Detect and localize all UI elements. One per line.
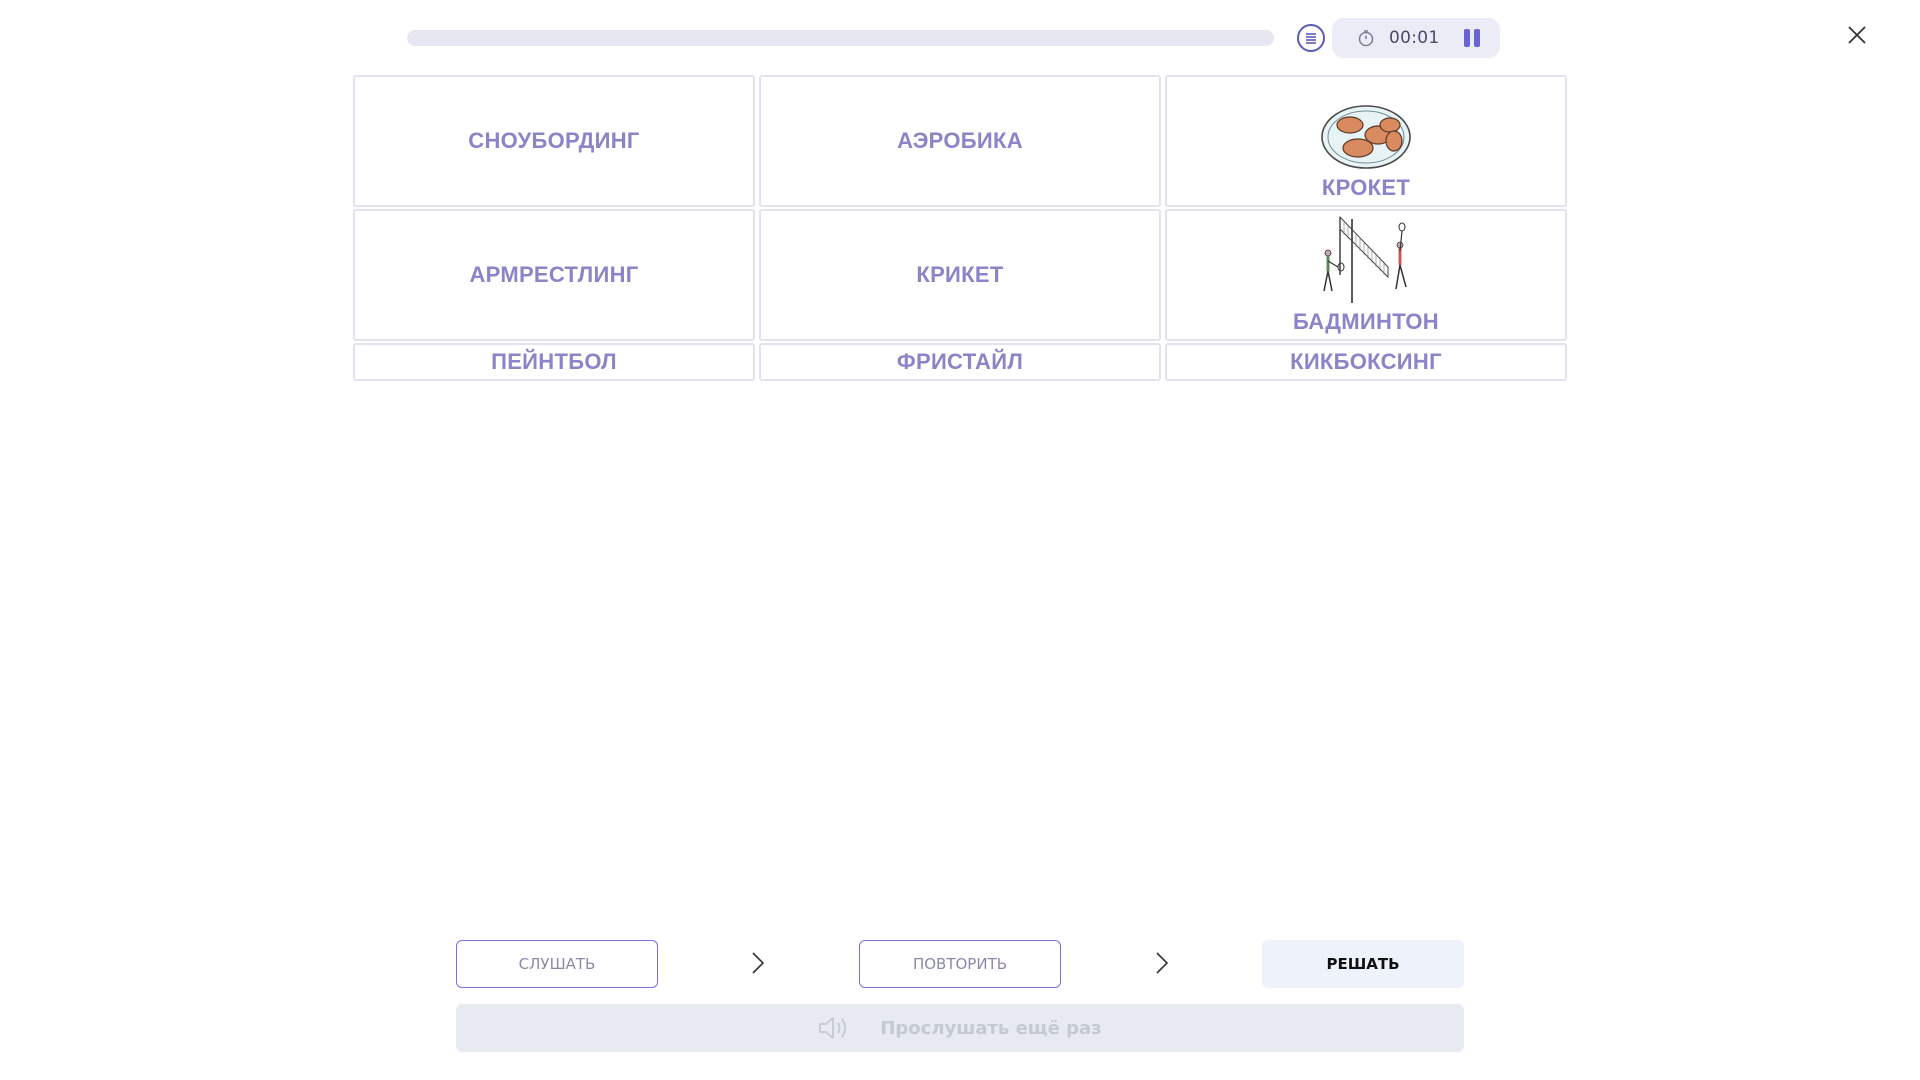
progress-bar bbox=[407, 30, 1274, 46]
answer-card-cricket[interactable]: КРИКЕТ bbox=[759, 209, 1161, 341]
answer-card-badminton[interactable]: БАДМИНТОН bbox=[1165, 209, 1567, 341]
answer-label: КИКБОКСИНГ bbox=[1290, 349, 1442, 374]
pause-button[interactable] bbox=[1462, 28, 1482, 48]
close-icon bbox=[1848, 26, 1866, 44]
croquette-plate-image bbox=[1321, 105, 1411, 169]
timer-value: 00:01 bbox=[1389, 28, 1440, 48]
answer-card-snowboarding[interactable]: СНОУБОРДИНГ bbox=[353, 75, 755, 207]
repeat-button[interactable]: ПОВТОРИТЬ bbox=[859, 940, 1061, 988]
list-lines-icon bbox=[1306, 33, 1316, 44]
solve-button[interactable]: РЕШАТЬ bbox=[1262, 940, 1464, 988]
answer-card-kickboxing[interactable]: КИКБОКСИНГ bbox=[1165, 343, 1567, 381]
pause-icon bbox=[1463, 29, 1470, 47]
answer-card-armwrestling[interactable]: АРМРЕСТЛИНГ bbox=[353, 209, 755, 341]
timer-pill: 00:01 bbox=[1332, 18, 1500, 58]
answer-label: СНОУБОРДИНГ bbox=[468, 128, 640, 153]
quiz-screen: 00:01 СНОУБОРДИНГ АЭРОБИКА КРОКЕТ АРМРЕС… bbox=[0, 0, 1920, 1080]
list-button[interactable] bbox=[1297, 24, 1325, 52]
answer-card-paintball[interactable]: ПЕЙНТБОЛ bbox=[353, 343, 755, 381]
answer-label: АРМРЕСТЛИНГ bbox=[469, 262, 639, 287]
close-button[interactable] bbox=[1846, 24, 1868, 48]
answer-card-aerobics[interactable]: АЭРОБИКА bbox=[759, 75, 1161, 207]
stopwatch-icon bbox=[1356, 28, 1376, 48]
answer-label: АЭРОБИКА bbox=[897, 128, 1023, 153]
answer-card-croquette[interactable]: КРОКЕТ bbox=[1165, 75, 1567, 207]
answer-label: БАДМИНТОН bbox=[1293, 309, 1439, 334]
listen-button[interactable]: СЛУШАТЬ bbox=[456, 940, 658, 988]
answer-label: ФРИСТАЙЛ bbox=[896, 349, 1024, 374]
speaker-icon bbox=[819, 1017, 847, 1039]
badminton-players-image bbox=[1323, 215, 1407, 303]
replay-label: Прослушать ещё раз bbox=[880, 1017, 1102, 1039]
answer-label: ПЕЙНТБОЛ bbox=[491, 349, 617, 374]
answer-label: КРОКЕТ bbox=[1321, 175, 1411, 200]
replay-audio-button[interactable]: Прослушать ещё раз bbox=[456, 1004, 1464, 1052]
answer-card-freestyle[interactable]: ФРИСТАЙЛ bbox=[759, 343, 1161, 381]
chevron-right-icon bbox=[752, 952, 765, 974]
answer-label: КРИКЕТ bbox=[916, 262, 1004, 287]
chevron-right-icon bbox=[1156, 952, 1169, 974]
